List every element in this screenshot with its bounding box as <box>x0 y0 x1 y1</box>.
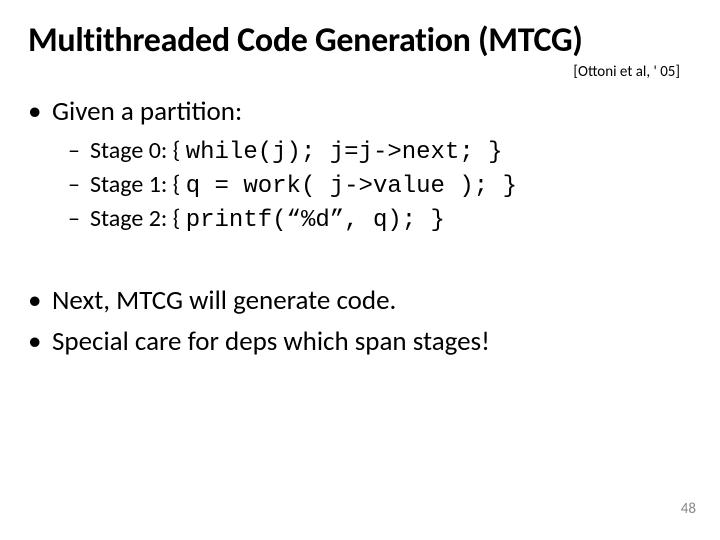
page-number: 48 <box>681 500 696 518</box>
dash-icon: – <box>68 170 90 199</box>
slide: Multithreaded Code Generation (MTCG) [Ot… <box>0 0 720 540</box>
bullet-dot-icon: • <box>28 284 52 317</box>
dash-icon: – <box>68 204 90 233</box>
bullet-text: Given a partition: <box>52 95 242 128</box>
bullet-dot-icon: • <box>28 325 52 358</box>
stage-label: Stage 2: { <box>90 204 186 233</box>
bullet-dot-icon: • <box>28 95 52 128</box>
stage-label: Stage 1: { <box>90 170 186 199</box>
bullet-text: Next, MTCG will generate code. <box>52 284 396 317</box>
stage-code: q = work( j->value ); } <box>186 173 517 200</box>
dash-icon: – <box>68 136 90 165</box>
stage-2: – Stage 2: { printf(“%d”, q); } <box>68 204 692 234</box>
slide-title: Multithreaded Code Generation (MTCG) <box>28 20 692 61</box>
stage-1: – Stage 1: { q = work( j->value ); } <box>68 170 692 200</box>
bullet-next: • Next, MTCG will generate code. <box>28 284 692 317</box>
bullet-partition: • Given a partition: <box>28 95 692 128</box>
bullet-text: Special care for deps which span stages! <box>52 325 490 358</box>
bullet-special: • Special care for deps which span stage… <box>28 325 692 358</box>
stage-code: printf(“%d”, q); } <box>186 207 445 234</box>
citation: [Ottoni et al, ' 05] <box>28 63 692 81</box>
stage-0: – Stage 0: { while(j); j=j->next; } <box>68 136 692 166</box>
stage-code: while(j); j=j->next; } <box>186 139 503 166</box>
stage-label: Stage 0: { <box>90 136 186 165</box>
